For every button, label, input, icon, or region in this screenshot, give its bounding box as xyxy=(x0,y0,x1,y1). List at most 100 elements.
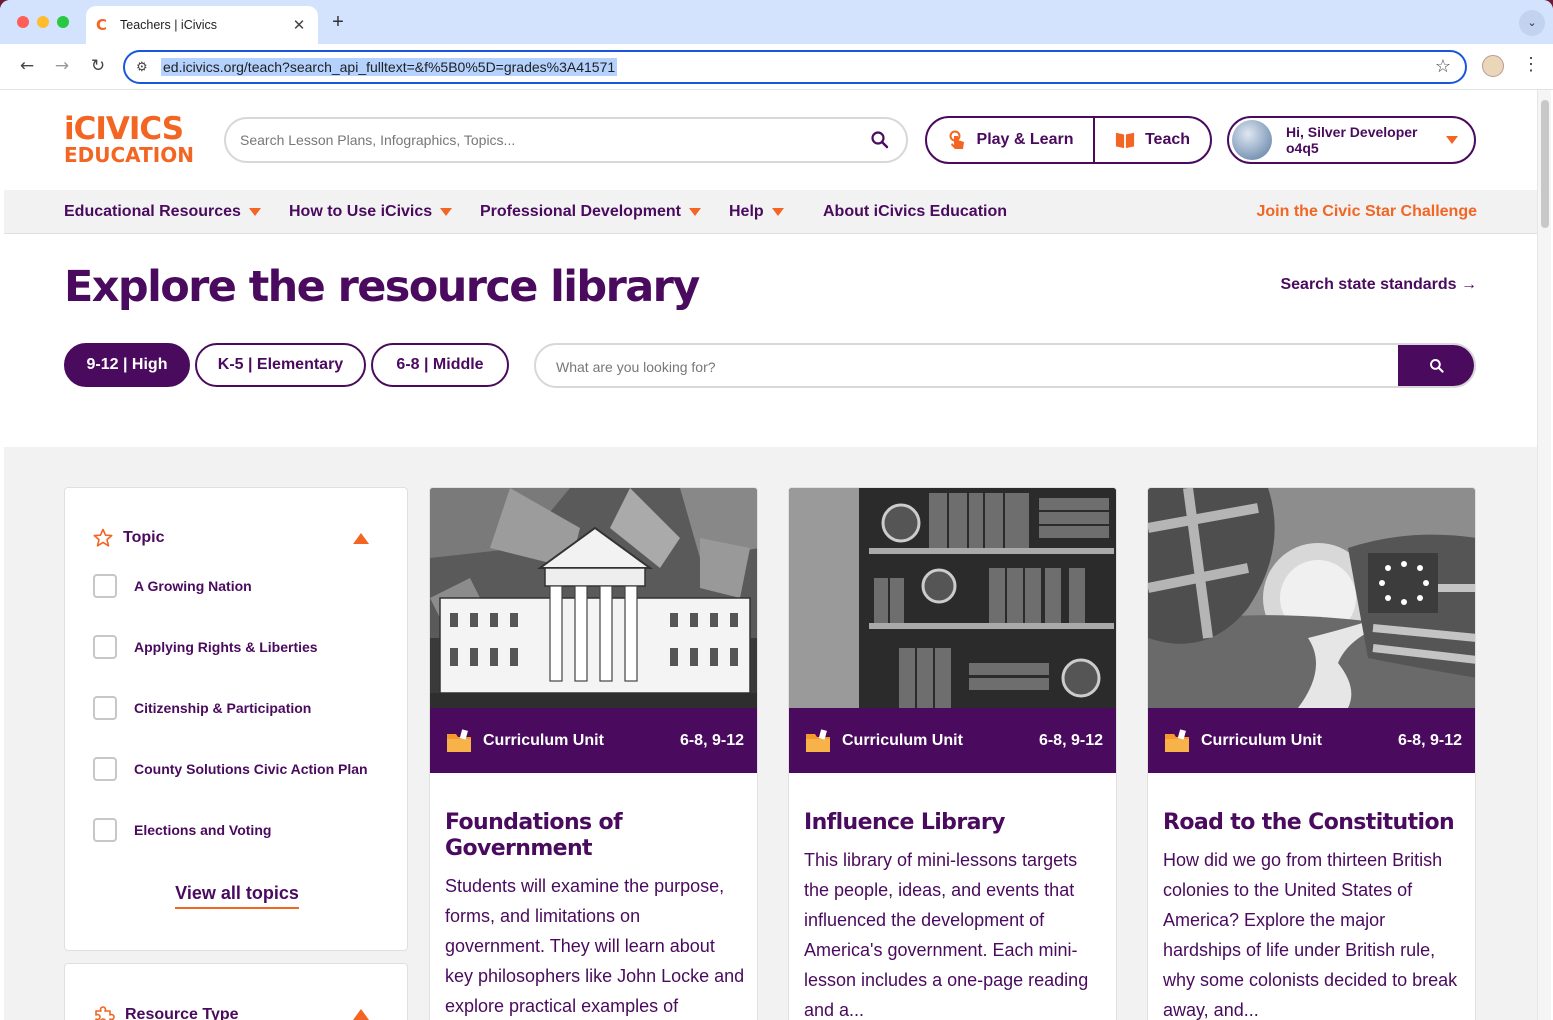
collapse-arrow-icon[interactable] xyxy=(353,1009,369,1020)
card-description: Students will examine the purpose, forms… xyxy=(445,876,745,1016)
address-url[interactable]: ed.icivics.org/teach?search_api_fulltext… xyxy=(161,58,618,76)
topic-option-label: Elections and Voting xyxy=(134,822,272,838)
topic-option-label: A Growing Nation xyxy=(134,578,252,594)
view-all-topics-link[interactable]: View all topics xyxy=(175,883,299,909)
folder-icon xyxy=(1165,728,1189,752)
folder-icon xyxy=(806,728,830,752)
view-all-topics-wrap: View all topics xyxy=(65,883,409,909)
grade-filter-elementary[interactable]: K-5 | Elementary xyxy=(195,343,366,387)
browser-profile-avatar[interactable] xyxy=(1482,55,1504,77)
bookmark-star-icon[interactable]: ☆ xyxy=(1435,56,1451,77)
tab-search-button[interactable]: ⌄ xyxy=(1519,10,1545,36)
checkbox[interactable] xyxy=(93,635,117,659)
site-search-box xyxy=(224,117,908,163)
star-outline-icon xyxy=(93,528,113,547)
minimize-window-button[interactable] xyxy=(37,16,49,28)
close-window-button[interactable] xyxy=(17,16,29,28)
resource-type-filter-header[interactable]: Resource Type xyxy=(93,1004,239,1020)
search-icon[interactable] xyxy=(870,130,890,150)
checkbox[interactable] xyxy=(93,696,117,720)
grade-filter-middle[interactable]: 6-8 | Middle xyxy=(371,343,509,387)
topic-filter-panel: Topic A Growing Nation Applying Rights &… xyxy=(64,487,408,951)
collapse-arrow-icon[interactable] xyxy=(353,533,369,544)
nav-item-label: Professional Development xyxy=(480,203,681,220)
card-image-flags xyxy=(1148,488,1475,708)
zoom-window-button[interactable] xyxy=(57,16,69,28)
nav-about[interactable]: About iCivics Education xyxy=(823,203,1007,221)
tab-bar: C Teachers | iCivics ✕ + ⌄ xyxy=(0,0,1553,44)
search-state-standards-link[interactable]: Search state standards → xyxy=(1280,276,1477,294)
browser-tab[interactable]: C Teachers | iCivics ✕ xyxy=(86,6,318,44)
topic-filter-header[interactable]: Topic xyxy=(93,528,164,548)
reload-button[interactable]: ↻ xyxy=(87,56,109,76)
card-type-label: Curriculum Unit xyxy=(1201,731,1322,749)
chevron-down-icon xyxy=(688,208,701,216)
chevron-down-icon xyxy=(771,208,784,216)
logo-subtitle: EDUCATION xyxy=(64,143,194,167)
site-search-input[interactable] xyxy=(240,129,840,151)
grade-filter-high[interactable]: 9-12 | High xyxy=(64,343,190,387)
address-bar[interactable]: ⚙ ed.icivics.org/teach?search_api_fullte… xyxy=(123,50,1467,84)
icivics-logo[interactable]: iCIVICS EDUCATION xyxy=(64,114,212,167)
card-meta-band: Curriculum Unit 6-8, 9-12 xyxy=(1148,708,1475,773)
card-grades: 6-8, 9-12 xyxy=(679,731,744,749)
checkbox[interactable] xyxy=(93,818,117,842)
nav-item-label: Help xyxy=(729,203,764,220)
card-image-capitol-hands xyxy=(430,488,757,708)
card-title[interactable]: Influence Library xyxy=(804,810,1104,836)
library-search-input[interactable] xyxy=(556,356,1376,378)
nav-educational-resources[interactable]: Educational Resources xyxy=(64,203,261,221)
forward-button[interactable]: → xyxy=(51,56,73,76)
topic-option[interactable]: Elections and Voting xyxy=(93,818,271,842)
resource-card[interactable]: Curriculum Unit 6-8, 9-12 Road to the Co… xyxy=(1147,487,1476,1020)
topic-option-label: Applying Rights & Liberties xyxy=(134,639,318,655)
tab-close-icon[interactable]: ✕ xyxy=(290,16,308,34)
icivics-favicon-icon: C xyxy=(96,16,108,34)
civic-star-challenge-link[interactable]: Join the Civic Star Challenge xyxy=(1257,203,1478,221)
card-title[interactable]: Foundations of Government xyxy=(445,810,745,862)
folder-icon xyxy=(447,728,471,752)
puzzle-icon xyxy=(95,1006,115,1020)
nav-professional-development[interactable]: Professional Development xyxy=(480,203,701,221)
new-tab-button[interactable]: + xyxy=(328,11,348,34)
topic-filter-heading: Topic xyxy=(123,529,165,546)
resource-card[interactable]: Curriculum Unit 6-8, 9-12 Influence Libr… xyxy=(788,487,1117,1020)
page-title: Explore the resource library xyxy=(64,262,700,312)
card-image-bookshelf xyxy=(789,488,1116,708)
site-info-icon[interactable]: ⚙ xyxy=(136,59,148,75)
card-grades: 6-8, 9-12 xyxy=(1038,731,1103,749)
teach-label: Teach xyxy=(1144,131,1191,148)
card-title[interactable]: Road to the Constitution xyxy=(1163,810,1463,836)
library-search-button[interactable] xyxy=(1398,345,1474,386)
topic-option[interactable]: County Solutions Civic Action Plan xyxy=(93,757,368,781)
card-grades: 6-8, 9-12 xyxy=(1397,731,1462,749)
checkbox[interactable] xyxy=(93,574,117,598)
browser-toolbar: ← → ↻ ⚙ ed.icivics.org/teach?search_api_… xyxy=(0,44,1553,90)
user-account-menu[interactable]: Hi, Silver Developer o4q5 xyxy=(1227,116,1476,164)
user-avatar xyxy=(1232,120,1272,160)
chevron-down-icon xyxy=(1446,136,1458,144)
teach-button[interactable]: Teach xyxy=(1095,118,1210,162)
nav-item-label: Educational Resources xyxy=(64,203,241,220)
card-description: This library of mini-lessons targets the… xyxy=(804,850,1089,1020)
card-meta-band: Curriculum Unit 6-8, 9-12 xyxy=(430,708,757,773)
back-button[interactable]: ← xyxy=(16,56,38,76)
browser-menu-icon[interactable]: ⋮ xyxy=(1522,54,1540,75)
tab-title: Teachers | iCivics xyxy=(120,18,218,32)
resource-card[interactable]: Curriculum Unit 6-8, 9-12 Foundations of… xyxy=(429,487,758,1020)
scrollbar-thumb[interactable] xyxy=(1541,100,1549,228)
page-scrollbar[interactable] xyxy=(1537,90,1551,1020)
chevron-down-icon xyxy=(440,208,453,216)
topic-option[interactable]: Applying Rights & Liberties xyxy=(93,635,318,659)
site-mode-switch: Play & Learn Teach xyxy=(925,116,1212,164)
hand-pointer-icon xyxy=(949,130,964,149)
nav-how-to-use[interactable]: How to Use iCivics xyxy=(289,203,453,221)
topic-option[interactable]: Citizenship & Participation xyxy=(93,696,311,720)
resource-type-filter-panel: Resource Type xyxy=(64,963,408,1020)
topic-option-label: Citizenship & Participation xyxy=(134,700,312,716)
nav-help[interactable]: Help xyxy=(729,203,784,221)
checkbox[interactable] xyxy=(93,757,117,781)
search-icon xyxy=(1430,358,1444,373)
play-learn-button[interactable]: Play & Learn xyxy=(927,118,1095,162)
topic-option[interactable]: A Growing Nation xyxy=(93,574,252,598)
